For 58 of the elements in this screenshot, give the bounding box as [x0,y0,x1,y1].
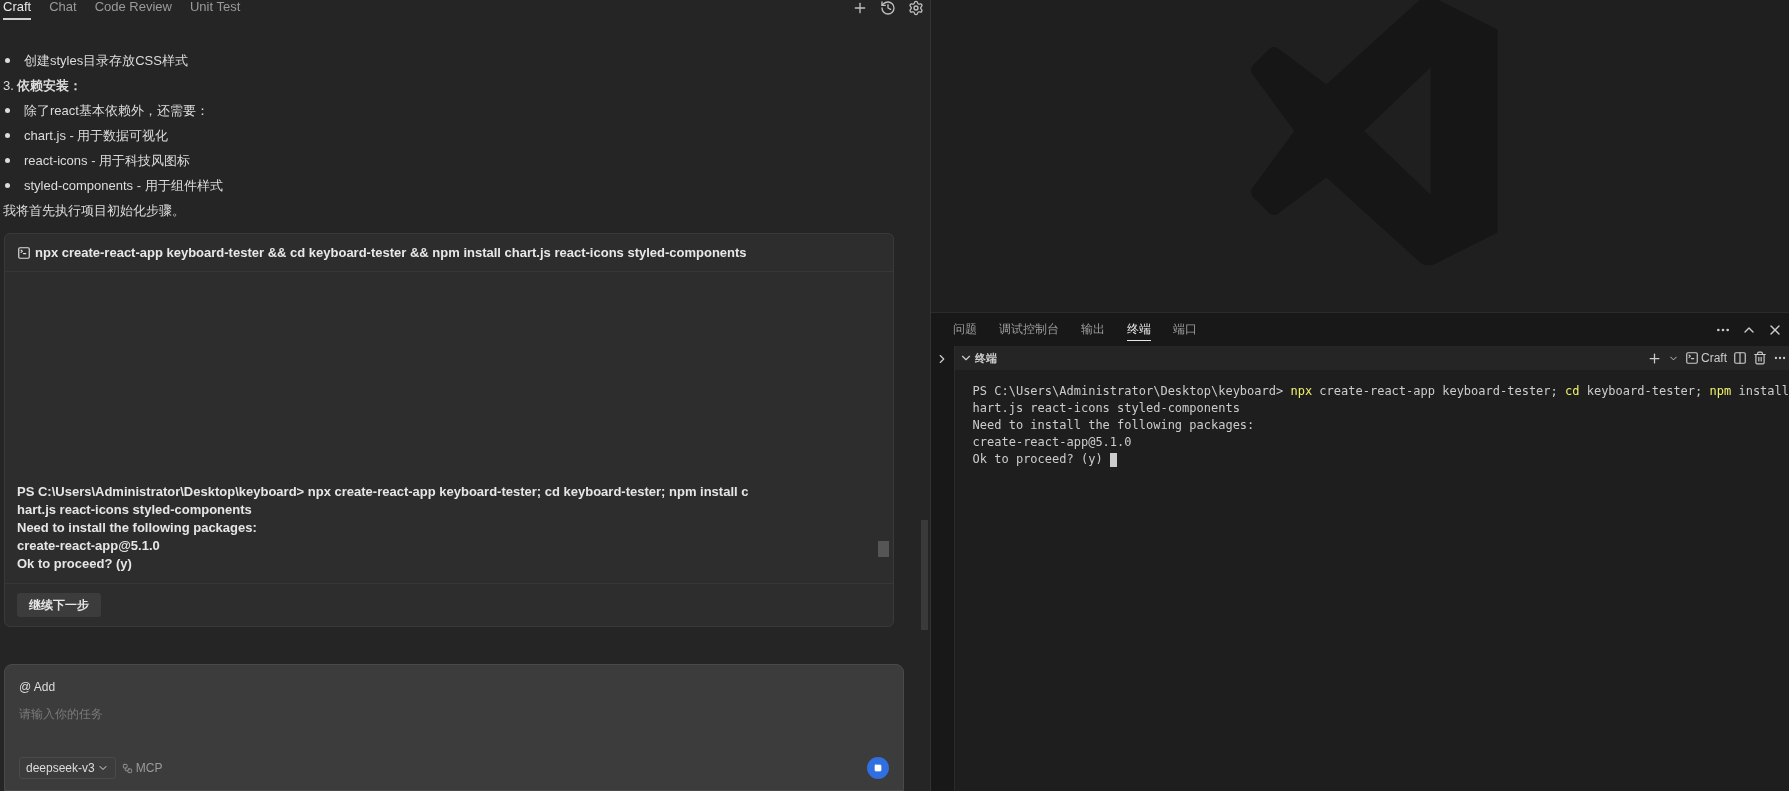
task-input-field[interactable]: 请输入你的任务 [19,705,889,757]
tab[interactable]: Craft [3,0,32,20]
output-line: Need to install the following packages: [17,519,258,537]
terminal-text: npm [1709,383,1732,400]
bullet-icon [5,108,10,113]
terminal-text: install [1737,383,1789,400]
continue-button[interactable]: 继续下一步 [17,593,101,617]
command-text: npx create-react-app keyboard-tester && cd keyboard-tester && npm install chart.js react-icons styled-components [35,243,747,262]
bullet-icon [5,158,10,163]
terminal-text: PS C:\Users\Administrator\Desktop\keyboard> [972,383,1285,400]
terminal-text: create-react-app@5.1.0 [972,434,1132,451]
terminal-text: hart.js react-icons styled-components [972,400,1240,417]
panel-tab[interactable]: 调试控制台 [998,318,1059,341]
output-line: hart.js react-icons styled-components [17,501,253,519]
nodes-icon [121,762,133,774]
list-item-text: 创建styles目录存放CSS样式 [24,51,188,70]
panel-tab[interactable]: 输出 [1080,318,1105,341]
tab[interactable]: Code Review [94,0,172,20]
panel-tab[interactable]: 终端 [1126,318,1151,341]
output-line: create-react-app@5.1.0 [17,537,161,555]
split-icon[interactable] [1733,351,1747,365]
terminal-icon [17,245,31,260]
new-terminal-icon[interactable] [1647,350,1662,366]
terminal-text: Need to install the following packages: [972,417,1255,434]
list-item-text: 除了react基本依赖外，还需要： [24,101,209,120]
stop-button[interactable] [866,757,889,779]
terminal-text: create-react-app keyboard-tester; [1318,383,1559,400]
tab[interactable]: Chat [49,0,77,20]
panel-tab[interactable]: 问题 [952,318,977,341]
bullet-icon [5,58,10,63]
mcp-button[interactable]: MCP [121,759,163,777]
terminal-title: 终端 [974,350,997,366]
cursor-icon [1109,452,1117,467]
list-item-text: chart.js - 用于数据可视化 [24,126,169,145]
bullet-icon [5,183,10,188]
list-item-text: styled-components - 用于组件样式 [24,176,223,195]
task-composer[interactable]: @ Add 请输入你的任务 deepseek-v3 MCP [4,664,904,791]
panel-tab[interactable]: 端口 [1172,318,1197,341]
terminal-text: cd [1565,383,1580,400]
output-line: Ok to proceed? (y) [17,555,133,573]
stop-icon [873,764,882,772]
output-line: PS C:\Users\Administrator\Desktop\keyboard> npx create-react-app keyboard-tester; cd keyboard-tester; npm install c [17,483,750,501]
add-context-label[interactable]: @ Add [19,679,889,695]
message-text: 我将首先执行项目初始化步骤。 [3,201,185,220]
trash-icon[interactable] [1753,351,1767,365]
bullet-icon [5,133,10,138]
list-item-text: react-icons - 用于科技风图标 [24,151,191,170]
settings-icon[interactable] [907,0,924,16]
message-text: 3. 依赖安装： [3,76,83,95]
terminal-text: keyboard-tester; [1585,383,1704,400]
terminal-text: npx [1290,383,1313,400]
terminal-text: Ok to proceed? (y) [972,451,1104,468]
terminal-icon [1685,351,1699,365]
terminal-profile[interactable]: Craft [1701,349,1727,367]
tab[interactable]: Unit Test [189,0,241,20]
history-icon[interactable] [879,0,896,16]
scrollbar-thumb [877,541,889,557]
model-select[interactable]: deepseek-v3 [19,757,116,779]
